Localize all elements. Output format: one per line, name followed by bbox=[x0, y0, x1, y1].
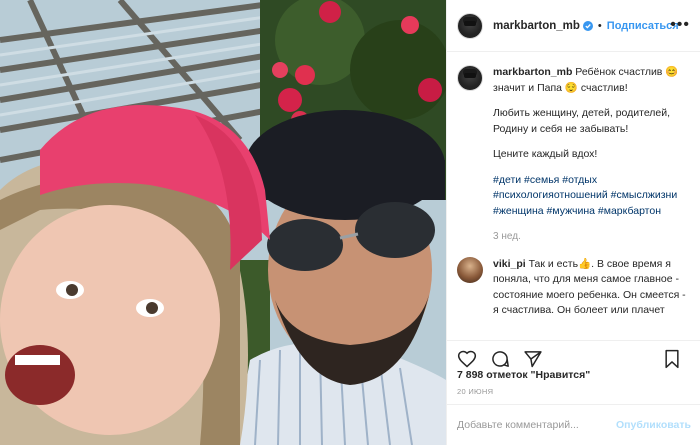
instagram-post: markbarton_mb • Подписаться ••• markbart… bbox=[0, 0, 700, 445]
heart-icon[interactable] bbox=[457, 349, 477, 369]
commenter-username[interactable]: viki_pi bbox=[493, 258, 526, 270]
caption-paragraph-3: Цените каждый вдох! bbox=[493, 148, 598, 160]
share-icon[interactable] bbox=[523, 349, 543, 369]
separator-dot: • bbox=[597, 19, 602, 32]
caption-hashtags[interactable]: #дети #семья #отдых #психологияотношений… bbox=[493, 173, 689, 220]
follow-button[interactable]: Подписаться bbox=[607, 20, 679, 32]
post-header: markbarton_mb • Подписаться ••• bbox=[447, 0, 700, 52]
post-date[interactable]: 20 июня bbox=[457, 387, 493, 396]
photo-illustration bbox=[0, 0, 446, 445]
action-bar bbox=[447, 340, 700, 369]
caption-author-avatar[interactable] bbox=[457, 65, 483, 91]
author-username[interactable]: markbarton_mb bbox=[493, 20, 580, 32]
comment-icon[interactable] bbox=[490, 349, 510, 369]
caption-username[interactable]: markbarton_mb bbox=[493, 66, 572, 78]
bookmark-icon[interactable] bbox=[663, 349, 681, 369]
comment-input[interactable] bbox=[457, 419, 617, 431]
comment-text: viki_pi Так и есть👍. В свое время я поня… bbox=[493, 257, 689, 319]
likes-count[interactable]: 7 898 отметок "Нравится" bbox=[457, 369, 590, 381]
comments-list[interactable]: markbarton_mb Ребёнок счастлив 😊 значит … bbox=[447, 53, 700, 339]
caption-paragraph-2: Любить женщину, детей, родителей, Родину… bbox=[493, 107, 671, 135]
post-photo[interactable] bbox=[0, 0, 446, 445]
verified-badge-icon bbox=[582, 20, 593, 31]
caption-timestamp: 3 нед. bbox=[493, 231, 521, 242]
more-options-icon[interactable]: ••• bbox=[670, 16, 690, 34]
caption-text: markbarton_mb Ребёнок счастлив 😊 значит … bbox=[493, 65, 689, 245]
commenter-avatar[interactable] bbox=[457, 256, 483, 283]
caption: markbarton_mb Ребёнок счастлив 😊 значит … bbox=[457, 65, 689, 245]
publish-button[interactable]: Опубликовать bbox=[616, 419, 691, 431]
post-side-panel: markbarton_mb • Подписаться ••• markbart… bbox=[446, 0, 700, 445]
add-comment-bar: Опубликовать bbox=[447, 404, 700, 445]
author-avatar[interactable] bbox=[457, 12, 483, 39]
comment-item: viki_pi Так и есть👍. В свое время я поня… bbox=[457, 256, 689, 319]
